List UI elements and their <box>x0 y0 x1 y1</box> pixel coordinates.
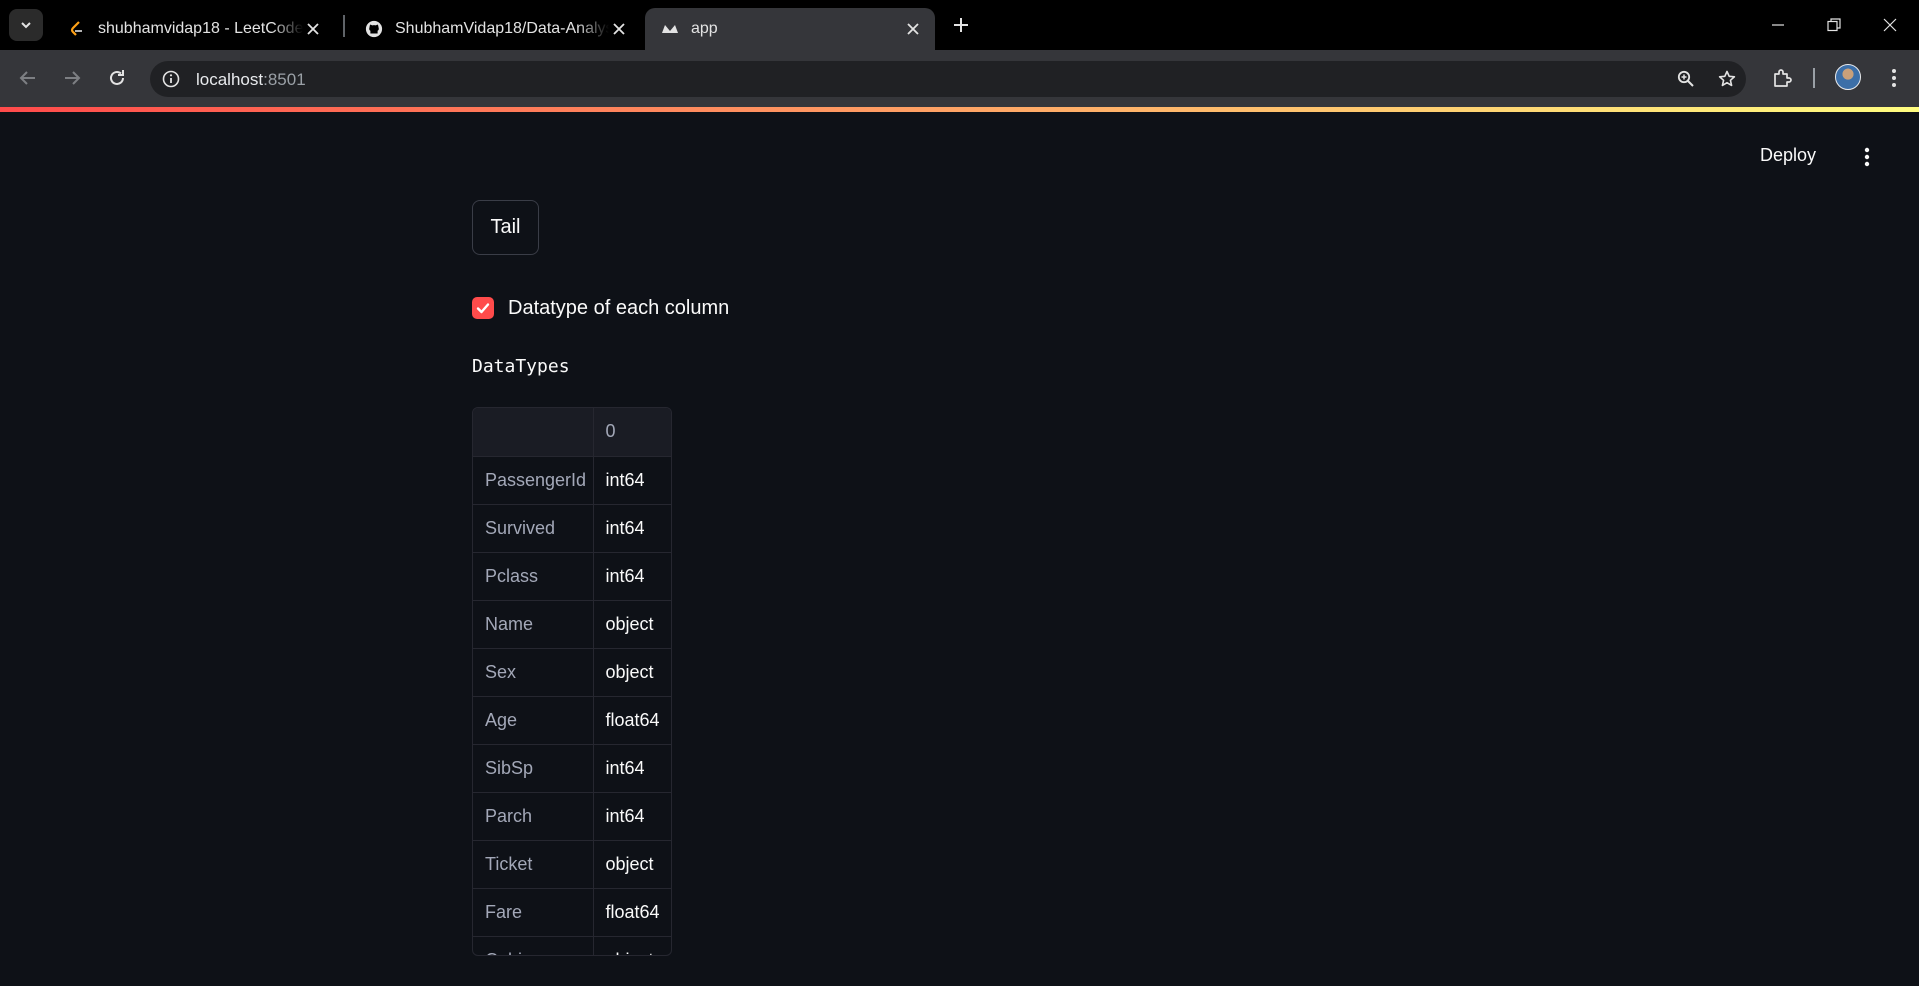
tab-title: shubhamvidap18 - LeetCode Profile <box>98 20 303 37</box>
chevron-down-icon <box>21 22 31 29</box>
address-bar[interactable]: localhost:8501 <box>150 61 1746 97</box>
dtype-cell[interactable]: int64 <box>593 744 671 793</box>
restore-button[interactable] <box>1806 0 1862 50</box>
streamlit-app: Deploy Tail Datatype of each column Data… <box>0 112 1919 986</box>
dtype-cell[interactable]: object <box>593 648 671 697</box>
dtype-cell[interactable]: int64 <box>593 792 671 841</box>
close-tab-icon[interactable] <box>903 19 923 39</box>
index-header-cell <box>473 408 594 457</box>
dtype-cell[interactable]: object <box>593 936 671 955</box>
close-tab-icon[interactable] <box>609 19 629 39</box>
dtype-cell[interactable]: float64 <box>593 888 671 937</box>
url-host: localhost <box>196 70 264 89</box>
browser-menu-icon[interactable] <box>1880 64 1908 92</box>
row-index-cell[interactable]: Name <box>473 600 594 649</box>
column-header-cell[interactable]: 0 <box>593 408 671 457</box>
main-menu-icon[interactable] <box>1858 146 1876 168</box>
tail-button[interactable]: Tail <box>472 200 539 255</box>
browser-toolbar: localhost:8501 <box>0 50 1919 107</box>
leetcode-icon <box>68 20 86 38</box>
row-index-cell[interactable]: Fare <box>473 888 594 937</box>
toolbar-separator <box>1813 68 1815 88</box>
zoom-icon[interactable] <box>1675 68 1697 90</box>
dataframe-table: 0 PassengerId int64 Survived int64 Pclass int… <box>473 408 671 955</box>
reload-button[interactable] <box>101 62 133 94</box>
table-row: Pclass int64 <box>473 552 671 601</box>
header-row: 0 <box>473 408 671 457</box>
row-index-cell[interactable]: SibSp <box>473 744 594 793</box>
tab-leetcode[interactable]: shubhamvidap18 - LeetCode Profile <box>52 8 335 50</box>
new-tab-button[interactable] <box>947 11 975 39</box>
row-index-cell[interactable]: Pclass <box>473 552 594 601</box>
checkbox-label[interactable]: Datatype of each column <box>508 297 729 320</box>
site-info-icon[interactable] <box>160 68 182 90</box>
url-text[interactable]: localhost:8501 <box>196 70 306 90</box>
table-row: Age float64 <box>473 696 671 745</box>
minimize-icon <box>1772 24 1784 26</box>
dtype-cell[interactable]: object <box>593 600 671 649</box>
close-icon <box>1883 18 1897 32</box>
tab-title: app <box>691 20 718 37</box>
row-index-cell[interactable]: PassengerId <box>473 456 594 505</box>
section-title: DataTypes <box>472 356 570 377</box>
forward-button[interactable] <box>56 62 88 94</box>
tab-search-button[interactable] <box>9 9 43 41</box>
table-row: Cabinobject <box>473 936 671 955</box>
arrow-right-icon <box>65 71 81 85</box>
table-row: Parch int64 <box>473 792 671 841</box>
tab-title: ShubhamVidap18/Data-Analysis <box>395 20 609 37</box>
profile-avatar[interactable] <box>1835 64 1861 90</box>
row-index-cell[interactable]: Age <box>473 696 594 745</box>
table-row: Sex object <box>473 648 671 697</box>
table-body: PassengerId int64 Survived int64 Pclass int64… <box>473 456 671 955</box>
close-tab-icon[interactable] <box>303 19 323 39</box>
dtype-cell[interactable]: float64 <box>593 696 671 745</box>
checkmark-icon <box>476 303 490 314</box>
streamlit-icon <box>661 20 679 38</box>
row-index-cell[interactable]: Parch <box>473 792 594 841</box>
table-row: Survived int64 <box>473 504 671 553</box>
close-window-button[interactable] <box>1862 0 1918 50</box>
github-icon <box>365 20 383 38</box>
browser-tab-bar: shubhamvidap18 - LeetCode Profile Shubha… <box>0 0 1919 50</box>
dtype-cell[interactable]: int64 <box>593 552 671 601</box>
datatypes-dataframe[interactable]: 0 PassengerId int64 Survived int64 Pclass int… <box>472 407 672 956</box>
tab-app[interactable]: app <box>645 8 935 50</box>
tab-separator <box>343 15 345 37</box>
table-row: Ticket object <box>473 840 671 889</box>
row-index-cell[interactable]: Ticket <box>473 840 594 889</box>
extensions-icon[interactable] <box>1768 64 1796 92</box>
back-button[interactable] <box>12 62 44 94</box>
row-index-cell[interactable]: Survived <box>473 504 594 553</box>
table-row: Fare float64 <box>473 888 671 937</box>
table-row: SibSp int64 <box>473 744 671 793</box>
dtype-cell[interactable]: int64 <box>593 504 671 553</box>
dtype-cell[interactable]: object <box>593 840 671 889</box>
url-port: :8501 <box>263 70 306 89</box>
row-index-cell[interactable]: Cabin <box>473 936 594 955</box>
restore-icon <box>1827 18 1841 32</box>
datatype-checkbox[interactable] <box>472 297 494 319</box>
bookmark-star-icon[interactable] <box>1716 68 1738 90</box>
minimize-button[interactable] <box>1750 0 1806 50</box>
tab-github[interactable]: ShubhamVidap18/Data-Analysis <box>349 8 641 50</box>
table-row: Name object <box>473 600 671 649</box>
row-index-cell[interactable]: Sex <box>473 648 594 697</box>
plus-icon <box>954 18 968 32</box>
datatype-checkbox-row[interactable]: Datatype of each column <box>472 293 729 323</box>
deploy-button[interactable]: Deploy <box>1760 145 1816 166</box>
table-row: PassengerId int64 <box>473 456 671 505</box>
reload-icon <box>110 70 124 85</box>
dtype-cell[interactable]: int64 <box>593 456 671 505</box>
arrow-left-icon <box>19 71 35 85</box>
